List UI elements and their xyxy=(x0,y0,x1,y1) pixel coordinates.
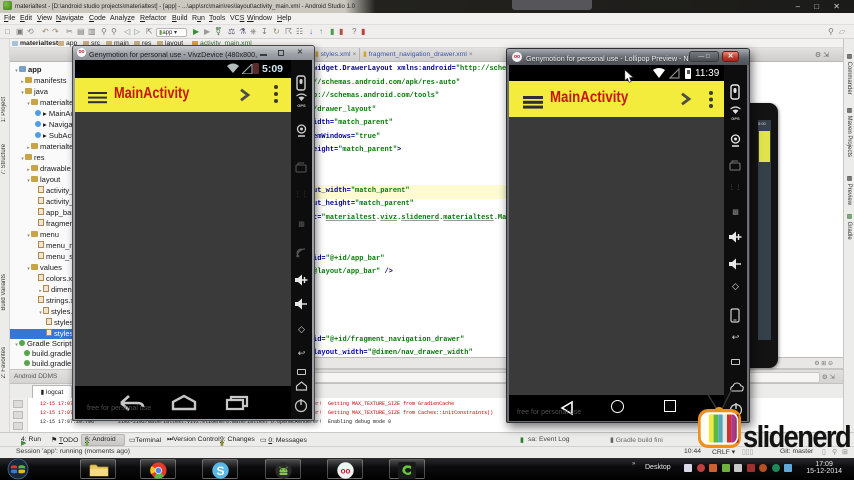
svg-text:oo: oo xyxy=(341,467,351,476)
svg-text:S: S xyxy=(216,464,224,478)
